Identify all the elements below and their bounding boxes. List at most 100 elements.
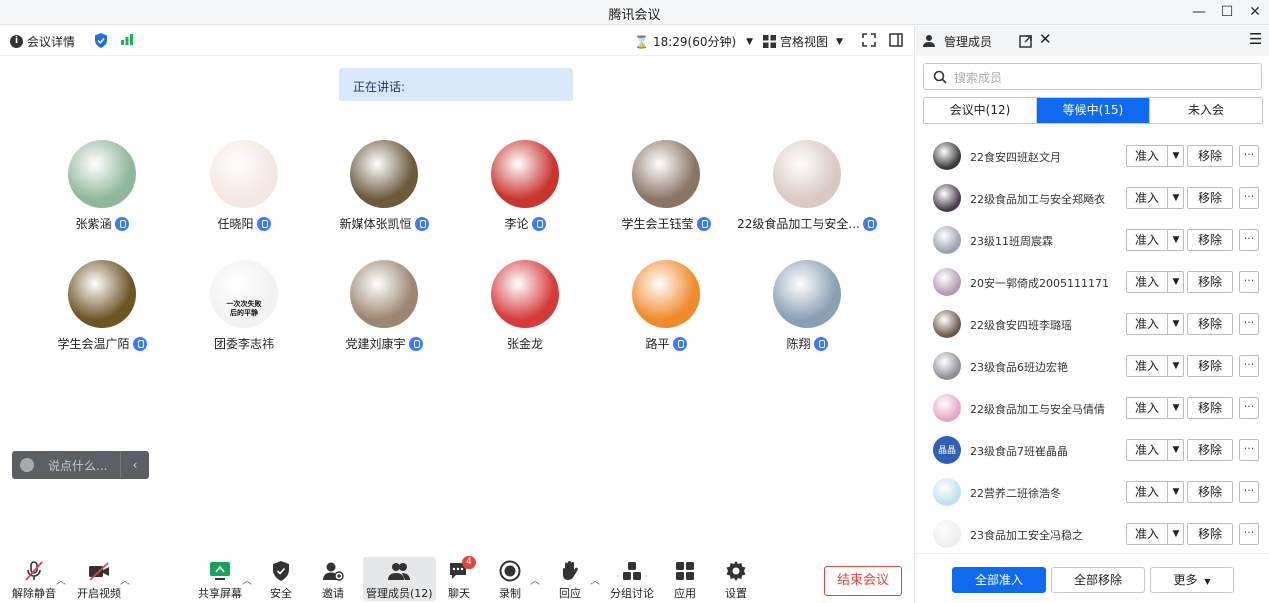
sidebar-toggle-icon[interactable] bbox=[889, 33, 903, 47]
member-search-input[interactable]: 搜索成员 bbox=[923, 63, 1262, 90]
participant-tile[interactable]: 学生会王钰莹 bbox=[596, 140, 736, 232]
participant-tile[interactable]: 路平 bbox=[596, 260, 736, 352]
admit-button[interactable]: 准入 ▼ bbox=[1126, 355, 1184, 377]
admit-options-chevron-icon[interactable]: ▼ bbox=[1167, 398, 1184, 418]
invite-button[interactable]: 邀请 bbox=[322, 560, 344, 601]
breakout-button[interactable]: 分组讨论 bbox=[610, 560, 654, 601]
admit-button[interactable]: 准入 ▼ bbox=[1126, 271, 1184, 293]
manage-members-button[interactable]: 管理成员(12) bbox=[363, 557, 436, 601]
participant-tile[interactable]: 任晓阳 bbox=[174, 140, 314, 232]
audio-options-chevron-icon[interactable]: ︿ bbox=[56, 572, 66, 587]
panel-menu-icon[interactable]: ☰ bbox=[1249, 30, 1262, 48]
search-placeholder: 搜索成员 bbox=[954, 71, 1003, 85]
member-tab[interactable]: 未入会 bbox=[1150, 98, 1262, 123]
remove-button[interactable]: 移除 bbox=[1187, 229, 1233, 251]
record-options-chevron-icon[interactable]: ︿ bbox=[530, 572, 540, 587]
settings-button[interactable]: 设置 bbox=[725, 560, 747, 601]
admit-button[interactable]: 准入 ▼ bbox=[1126, 313, 1184, 335]
member-tab[interactable]: 等候中(15) bbox=[1037, 98, 1150, 123]
remove-button[interactable]: 移除 bbox=[1187, 397, 1233, 419]
remove-button[interactable]: 移除 bbox=[1187, 271, 1233, 293]
unmute-button[interactable]: 解除静音 bbox=[12, 560, 56, 601]
admit-label: 准入 bbox=[1135, 401, 1160, 415]
video-options-chevron-icon[interactable]: ︿ bbox=[120, 572, 130, 587]
start-video-button[interactable]: 开启视频 bbox=[77, 560, 121, 601]
participant-tile[interactable]: 学生会温广陌 bbox=[32, 260, 172, 352]
signal-strength-icon[interactable] bbox=[120, 33, 134, 45]
member-tab[interactable]: 会议中(12) bbox=[924, 98, 1037, 123]
share-screen-button[interactable]: 共享屏幕 bbox=[198, 560, 242, 601]
admit-options-chevron-icon[interactable]: ▼ bbox=[1167, 440, 1184, 460]
participant-tile[interactable]: 一次次失败 后的平静 团委李志祎 bbox=[174, 260, 314, 352]
apps-button[interactable]: 应用 bbox=[674, 560, 696, 601]
security-button[interactable]: 安全 bbox=[270, 560, 292, 601]
admit-options-chevron-icon[interactable]: ▼ bbox=[1167, 524, 1184, 544]
emoji-icon[interactable] bbox=[20, 458, 34, 472]
remove-button[interactable]: 移除 bbox=[1187, 439, 1233, 461]
view-switch-button[interactable]: 宫格视图 ▼ bbox=[763, 33, 843, 50]
participant-avatar: 一次次失败 后的平静 bbox=[210, 260, 278, 328]
close-panel-icon[interactable]: ✕ bbox=[1039, 30, 1052, 48]
remove-all-button[interactable]: 全部移除 bbox=[1051, 567, 1145, 593]
close-window-button[interactable]: ✕ bbox=[1244, 2, 1266, 22]
member-more-button[interactable]: ··· bbox=[1239, 313, 1259, 335]
member-more-button[interactable]: ··· bbox=[1239, 523, 1259, 545]
pop-out-icon[interactable] bbox=[1019, 33, 1032, 52]
remove-button[interactable]: 移除 bbox=[1187, 481, 1233, 503]
participant-tile[interactable]: 陈翔 bbox=[737, 260, 877, 352]
participant-tile[interactable]: 党建刘康宇 bbox=[314, 260, 454, 352]
admit-options-chevron-icon[interactable]: ▼ bbox=[1167, 146, 1184, 166]
video-grid: 正在讲话: 张紫涵 任晓阳 新媒体张凯恒 李论 学生会王钰莹 22级食品加工与安全... 学… bbox=[0, 56, 913, 556]
admit-options-chevron-icon[interactable]: ▼ bbox=[1167, 188, 1184, 208]
member-name: 20安一郭倚成2005111171 bbox=[970, 277, 1109, 290]
quick-chat-input[interactable]: 说点什么... ‹ bbox=[12, 451, 149, 479]
collapse-chat-button[interactable]: ‹ bbox=[120, 451, 149, 479]
admit-options-chevron-icon[interactable]: ▼ bbox=[1167, 356, 1184, 376]
waiting-member-row: 20安一郭倚成2005111171 准入 ▼ 移除 ··· bbox=[915, 261, 1269, 303]
member-more-button[interactable]: ··· bbox=[1239, 229, 1259, 251]
member-more-button[interactable]: ··· bbox=[1239, 271, 1259, 293]
meeting-details-button[interactable]: i 会议详情 bbox=[10, 33, 75, 50]
remove-button[interactable]: 移除 bbox=[1187, 187, 1233, 209]
admit-button[interactable]: 准入 ▼ bbox=[1126, 145, 1184, 167]
participant-tile[interactable]: 新媒体张凯恒 bbox=[314, 140, 454, 232]
participant-tile[interactable]: 22级食品加工与安全... bbox=[737, 140, 877, 232]
chat-button[interactable]: 4 聊天 bbox=[448, 556, 476, 601]
admit-options-chevron-icon[interactable]: ▼ bbox=[1167, 482, 1184, 502]
reactions-button[interactable]: 回应 bbox=[559, 560, 581, 601]
remove-button[interactable]: 移除 bbox=[1187, 313, 1233, 335]
admit-button[interactable]: 准入 ▼ bbox=[1126, 523, 1184, 545]
more-options-button[interactable]: 更多 ▼ bbox=[1150, 567, 1234, 593]
remove-button[interactable]: 移除 bbox=[1187, 523, 1233, 545]
maximize-button[interactable]: ☐ bbox=[1216, 2, 1238, 22]
minimize-button[interactable]: — bbox=[1188, 2, 1210, 22]
participant-tile[interactable]: 张紫涵 bbox=[32, 140, 172, 232]
end-meeting-button[interactable]: 结束会议 bbox=[824, 566, 902, 596]
admit-button[interactable]: 准入 ▼ bbox=[1126, 481, 1184, 503]
record-button[interactable]: 录制 bbox=[499, 560, 521, 601]
participant-name-row: 学生会温广陌 bbox=[32, 335, 172, 352]
admit-button[interactable]: 准入 ▼ bbox=[1126, 229, 1184, 251]
admit-options-chevron-icon[interactable]: ▼ bbox=[1167, 272, 1184, 292]
reactions-options-chevron-icon[interactable]: ︿ bbox=[590, 572, 600, 587]
member-more-button[interactable]: ··· bbox=[1239, 481, 1259, 503]
member-more-button[interactable]: ··· bbox=[1239, 187, 1259, 209]
member-more-button[interactable]: ··· bbox=[1239, 397, 1259, 419]
remove-button[interactable]: 移除 bbox=[1187, 355, 1233, 377]
admit-options-chevron-icon[interactable]: ▼ bbox=[1167, 314, 1184, 334]
member-more-button[interactable]: ··· bbox=[1239, 439, 1259, 461]
remove-button[interactable]: 移除 bbox=[1187, 145, 1233, 167]
participant-tile[interactable]: 张金龙 bbox=[455, 260, 595, 352]
member-more-button[interactable]: ··· bbox=[1239, 145, 1259, 167]
admit-button[interactable]: 准入 ▼ bbox=[1126, 397, 1184, 419]
admit-all-button[interactable]: 全部准入 bbox=[952, 567, 1046, 593]
admit-button[interactable]: 准入 ▼ bbox=[1126, 187, 1184, 209]
security-shield-icon[interactable] bbox=[94, 33, 108, 48]
admit-button[interactable]: 准入 ▼ bbox=[1126, 439, 1184, 461]
fullscreen-icon[interactable] bbox=[862, 33, 876, 47]
member-more-button[interactable]: ··· bbox=[1239, 355, 1259, 377]
participant-tile[interactable]: 李论 bbox=[455, 140, 595, 232]
share-options-chevron-icon[interactable]: ︿ bbox=[242, 572, 252, 587]
admit-options-chevron-icon[interactable]: ▼ bbox=[1167, 230, 1184, 250]
meeting-timer[interactable]: ⌛ 18:29(60分钟) ▼ bbox=[634, 33, 753, 50]
